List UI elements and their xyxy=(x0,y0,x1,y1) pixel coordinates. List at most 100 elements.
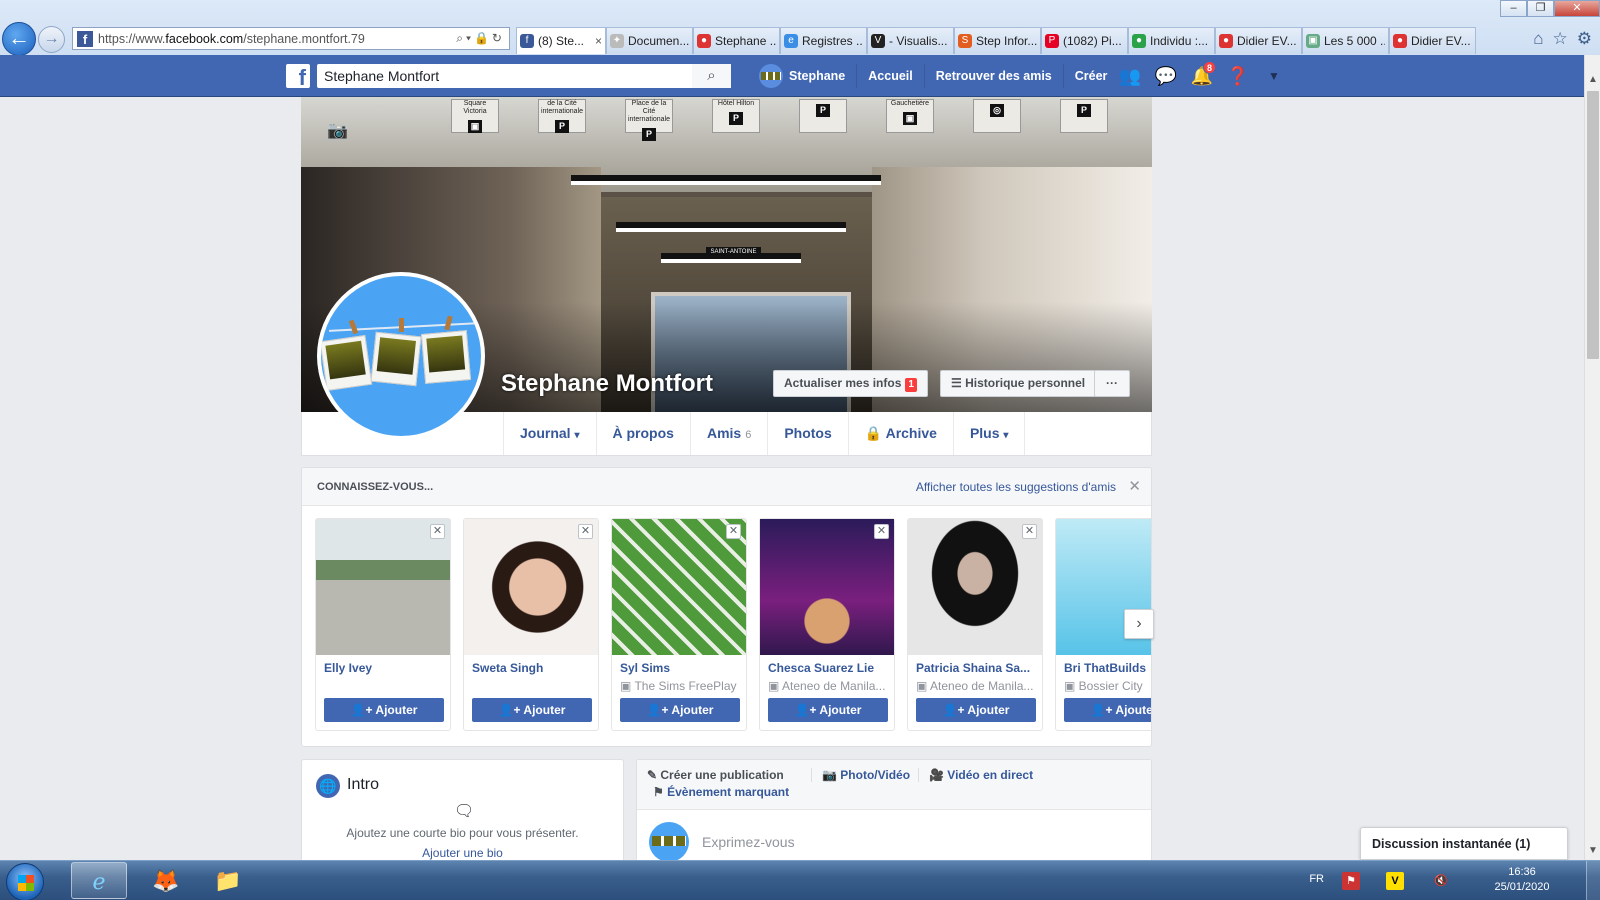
search-input[interactable] xyxy=(317,64,731,88)
visualis-icon[interactable]: V xyxy=(1386,872,1404,890)
friend-requests-icon[interactable]: 👥 xyxy=(1112,64,1148,88)
browser-tab[interactable]: V - Visualis... xyxy=(867,27,954,54)
browser-tab[interactable]: ● Didier EV... xyxy=(1215,27,1302,54)
suggestion-photo[interactable] xyxy=(316,519,450,655)
suggestion-name[interactable]: Patricia Shaina Sa... xyxy=(916,661,1040,675)
close-icon[interactable]: ✕ xyxy=(430,524,445,539)
facebook-logo[interactable]: f xyxy=(286,64,310,88)
composer-input[interactable]: Exprimez-vous xyxy=(702,834,795,850)
station-sign: P xyxy=(1060,99,1108,133)
close-window-button[interactable]: ✕ xyxy=(1554,0,1600,17)
add-friend-button[interactable]: 👤+ Ajouter xyxy=(620,698,740,722)
camera-icon[interactable]: 📷 xyxy=(327,121,348,141)
url-text[interactable]: https://www.facebook.com/stephane.montfo… xyxy=(98,32,456,46)
suggestion-name[interactable]: Sweta Singh xyxy=(472,661,596,675)
more-options-button[interactable]: ··· xyxy=(1094,370,1130,397)
live-video-button[interactable]: 🎥 Vidéo en direct xyxy=(918,768,1033,782)
suggestion-subtitle: ▣ The Sims FreePlay xyxy=(620,679,744,693)
page-scrollbar[interactable]: ▲ ▼ xyxy=(1584,55,1600,860)
suggestion-name[interactable]: Chesca Suarez Lie xyxy=(768,661,892,675)
language-indicator[interactable]: FR xyxy=(1309,873,1324,885)
tab-amis[interactable]: Amis 6 xyxy=(689,412,767,455)
suggestion-name[interactable]: Elly Ivey xyxy=(324,661,448,675)
home-icon[interactable]: ⌂ xyxy=(1533,29,1543,49)
nav-create[interactable]: Créer xyxy=(1062,64,1119,88)
browser-tab[interactable]: ▣ Les 5 000 ... xyxy=(1302,27,1389,54)
add-friend-button[interactable]: 👤+ Ajouter xyxy=(324,698,444,722)
account-menu-icon[interactable]: ▼ xyxy=(1256,64,1292,88)
back-button[interactable]: ← xyxy=(2,22,36,56)
help-icon[interactable]: ❓ xyxy=(1220,64,1256,88)
suggestion-photo[interactable] xyxy=(464,519,598,655)
browser-tab[interactable]: S Step Infor... xyxy=(954,27,1041,54)
browser-tab[interactable]: ● Didier EV... xyxy=(1389,27,1476,54)
add-friend-button[interactable]: 👤+ Ajouter xyxy=(916,698,1036,722)
tab-photos[interactable]: Photos xyxy=(767,412,847,455)
see-all-suggestions-link[interactable]: Afficher toutes les suggestions d'amis xyxy=(916,480,1116,494)
browser-tab[interactable]: f (8) Ste... × xyxy=(516,27,606,54)
clock[interactable]: 16:36 25/01/2020 xyxy=(1482,865,1562,895)
create-post-button[interactable]: ✎ Créer une publication xyxy=(647,768,784,782)
close-icon[interactable]: ✕ xyxy=(874,524,889,539)
maximize-button[interactable]: ❐ xyxy=(1527,0,1554,17)
suggestion-subtitle-text: Ateneo de Manila... xyxy=(930,679,1034,693)
address-tools[interactable]: ⌕▾🔒↻ xyxy=(456,31,509,46)
close-icon[interactable]: ✕ xyxy=(1128,477,1141,495)
scroll-down-icon[interactable]: ▼ xyxy=(1585,842,1600,860)
life-event-button[interactable]: ⚑ Évènement marquant xyxy=(653,785,789,799)
suggestion-subtitle-text: The Sims FreePlay xyxy=(634,679,737,693)
close-tab-icon[interactable]: × xyxy=(595,34,602,48)
profile-name[interactable]: Stephane Montfort xyxy=(501,370,713,398)
scroll-up-icon[interactable]: ▲ xyxy=(1585,71,1600,89)
start-button[interactable] xyxy=(6,863,44,900)
photo-video-button[interactable]: 📷 Photo/Vidéo xyxy=(811,768,910,782)
suggestion-photo[interactable] xyxy=(612,519,746,655)
search-button[interactable]: ⌕ xyxy=(692,64,731,88)
tab-plus[interactable]: Plus ▾ xyxy=(952,412,1026,455)
add-bio-link[interactable]: Ajouter une bio xyxy=(302,846,623,860)
notifications-icon[interactable]: 🔔 8 xyxy=(1184,61,1220,88)
close-icon[interactable]: ✕ xyxy=(1022,524,1037,539)
messenger-icon[interactable]: 💬 xyxy=(1148,64,1184,88)
close-icon[interactable]: ✕ xyxy=(578,524,593,539)
nav-profile[interactable]: Stephane xyxy=(748,64,856,88)
suggestion-photo[interactable] xyxy=(760,519,894,655)
chevron-right-icon[interactable]: › xyxy=(1124,609,1154,639)
gear-icon[interactable]: ⚙ xyxy=(1577,29,1592,49)
address-bar[interactable]: f https://www.facebook.com/stephane.mont… xyxy=(72,27,510,50)
tab-journal[interactable]: Journal ▾ xyxy=(503,412,596,455)
suggestion-name[interactable]: Bri ThatBuilds xyxy=(1064,661,1151,675)
avatar xyxy=(649,822,689,862)
add-friend-button[interactable]: 👤+ Ajouter xyxy=(472,698,592,722)
tab-propos[interactable]: À propos xyxy=(595,412,690,455)
tab-archive[interactable]: 🔒 Archive xyxy=(847,412,953,455)
star-icon[interactable]: ☆ xyxy=(1553,29,1568,49)
activity-log-button[interactable]: ☰ Historique personnel xyxy=(940,370,1097,397)
flag-icon[interactable]: ⚑ xyxy=(1342,872,1360,890)
browser-tab[interactable]: ● Individu :... xyxy=(1128,27,1215,54)
show-desktop-button[interactable] xyxy=(1586,861,1600,900)
suggestion-name[interactable]: Syl Sims xyxy=(620,661,744,675)
folder-icon[interactable]: 📁 xyxy=(200,862,256,899)
nav-home[interactable]: Accueil xyxy=(856,64,923,88)
nav-find-friends[interactable]: Retrouver des amis xyxy=(923,64,1063,88)
add-friend-button[interactable]: 👤+ Ajouter xyxy=(768,698,888,722)
minimize-button[interactable]: – xyxy=(1500,0,1527,17)
speaker-muted-icon[interactable]: 🔇 xyxy=(1432,872,1450,890)
chevron-down-icon: ▾ xyxy=(1003,430,1009,441)
station-sign: Place de la Cité internationale P xyxy=(625,99,673,141)
close-icon[interactable]: ✕ xyxy=(726,524,741,539)
firefox-icon[interactable]: 🦊 xyxy=(138,862,194,899)
scroll-thumb[interactable] xyxy=(1587,91,1599,359)
profile-picture[interactable] xyxy=(317,272,485,440)
browser-tab[interactable]: e Registres ... xyxy=(780,27,867,54)
browser-tab[interactable]: ● Stephane ... xyxy=(693,27,780,54)
chat-bar[interactable]: Discussion instantanée (1) xyxy=(1360,827,1568,860)
browser-tab[interactable]: P (1082) Pi... xyxy=(1041,27,1128,54)
internet-explorer-icon[interactable]: ℯ xyxy=(71,862,127,899)
forward-button[interactable]: → xyxy=(38,26,65,53)
browser-tab[interactable]: ✦ Documen... xyxy=(606,27,693,54)
suggestion-photo[interactable] xyxy=(908,519,1042,655)
add-friend-button[interactable]: 👤+ Ajouter xyxy=(1064,698,1151,722)
update-info-button[interactable]: Actualiser mes infos 1 xyxy=(773,370,928,397)
